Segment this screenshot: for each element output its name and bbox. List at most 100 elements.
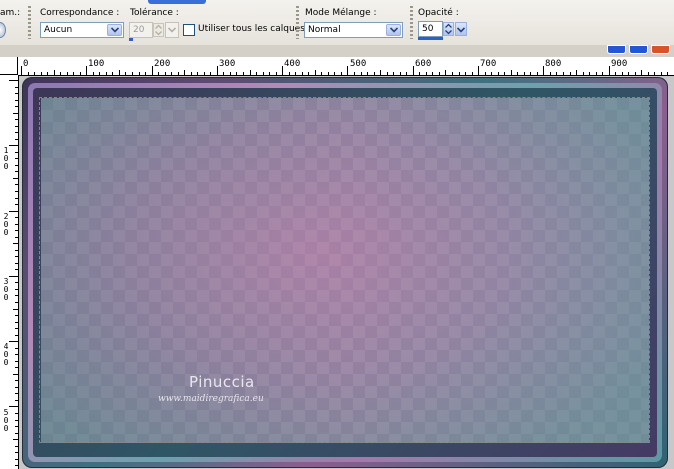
ruler-tick [9,406,18,407]
opacity-input[interactable]: 50 [418,21,443,37]
ruler-tick [276,72,277,75]
ruler-tick [15,295,18,296]
ruler-tick [615,72,616,75]
ruler-tick [54,70,55,75]
ruler-tick [530,72,531,75]
tolerance-spinner[interactable] [153,23,164,37]
ruler-label: 0 [3,162,9,171]
toolbar-grip[interactable] [296,6,299,39]
image-frame[interactable] [22,77,668,468]
opacity-spinner[interactable] [443,22,454,36]
ruler-tick [439,72,440,75]
ruler-tick [256,72,257,75]
toolbar-grip[interactable] [28,6,31,39]
maximize-button[interactable] [629,45,648,54]
ruler-tick [9,211,18,212]
opacity-dropdown[interactable] [455,22,467,36]
tolerance-input[interactable]: 20 [129,22,153,38]
ruler-label: 0 [23,59,29,69]
minimize-button[interactable] [607,45,626,54]
ruler-tick [563,72,564,75]
ruler-tick [315,70,316,75]
ruler-label: 0 [3,293,9,302]
ruler-tick [406,72,407,75]
close-button[interactable] [651,45,670,54]
ruler-tick [132,72,133,75]
ruler-tick [583,72,584,75]
tool-options-bar: am.: Correspondance : Aucun Tolérance : … [0,0,674,46]
ruler-tick [15,380,18,381]
ruler-tick [250,70,251,75]
ruler-tick [210,72,211,75]
ruler-tick [15,302,18,303]
ruler-tick [9,276,18,277]
all-layers-checkbox[interactable] [183,24,195,36]
opacity-slider-indicator[interactable] [418,37,443,40]
match-mode-dropdown[interactable]: Aucun [40,22,124,38]
ruler-tick [15,217,18,218]
ruler-tick [15,446,18,447]
blend-mode-dropdown[interactable]: Normal [304,22,403,38]
title-tab-edge [148,0,206,4]
toolbar-grip[interactable] [410,6,413,39]
ruler-tick [15,237,18,238]
ruler-tick [589,72,590,75]
ruler-tick [15,413,18,414]
ruler-tick [165,72,166,75]
ruler-tick [15,289,18,290]
ruler-tick [67,72,68,75]
ruler-tick [191,72,192,75]
ruler-tick [15,126,18,127]
ruler-tick [80,72,81,75]
ruler-tick [400,72,401,75]
ruler-tick [34,72,35,75]
watermark-site: www.maidiregrafica.eu [158,394,264,404]
selection-marquee[interactable] [39,97,650,443]
ruler-tick [15,171,18,172]
ruler-tick [15,282,18,283]
ruler-tick [269,72,270,75]
ruler-label: 0 [3,358,9,367]
ruler-tick [426,72,427,75]
ruler-tick [204,72,205,75]
ruler-tick [139,72,140,75]
ruler-tick [504,72,505,75]
truncated-label: am.: [0,8,21,18]
ruler-tick [15,387,18,388]
match-mode-value: Aucun [44,25,73,35]
ruler-tick [197,72,198,75]
ruler-tick [354,72,355,75]
ruler-tick [491,72,492,75]
ruler-tick [28,72,29,75]
ruler-tick [472,72,473,75]
ruler-tick [609,66,610,75]
tolerance-dropdown[interactable] [165,22,179,38]
all-layers-label: Utiliser tous les calques [198,24,305,34]
ruler-tick [15,263,18,264]
blend-mode-value: Normal [308,25,341,35]
ruler-tick [641,70,642,75]
tolerance-label: Tolérance : [130,8,179,18]
ruler-tick [13,243,18,244]
ruler-tick [217,66,218,75]
ruler-tick [654,72,655,75]
ruler-tick [478,66,479,75]
chevron-down-icon[interactable] [386,24,401,36]
ruler-tick [15,335,18,336]
ruler-tick [543,66,544,75]
ruler-tick [15,100,18,101]
ruler-tick [302,72,303,75]
ruler-tick [334,72,335,75]
tolerance-slider-indicator[interactable] [129,38,133,41]
ruler-tick [158,72,159,75]
ruler-tick [537,72,538,75]
ruler-tick [15,165,18,166]
ruler-tick [374,72,375,75]
chevron-down-icon[interactable] [107,24,122,36]
ruler-tick [328,72,329,75]
ruler-label: 400 [284,59,301,69]
ruler-tick [15,256,18,257]
ruler-tick [125,72,126,75]
tool-preset-icon[interactable] [0,22,6,38]
ruler-tick [13,113,18,114]
